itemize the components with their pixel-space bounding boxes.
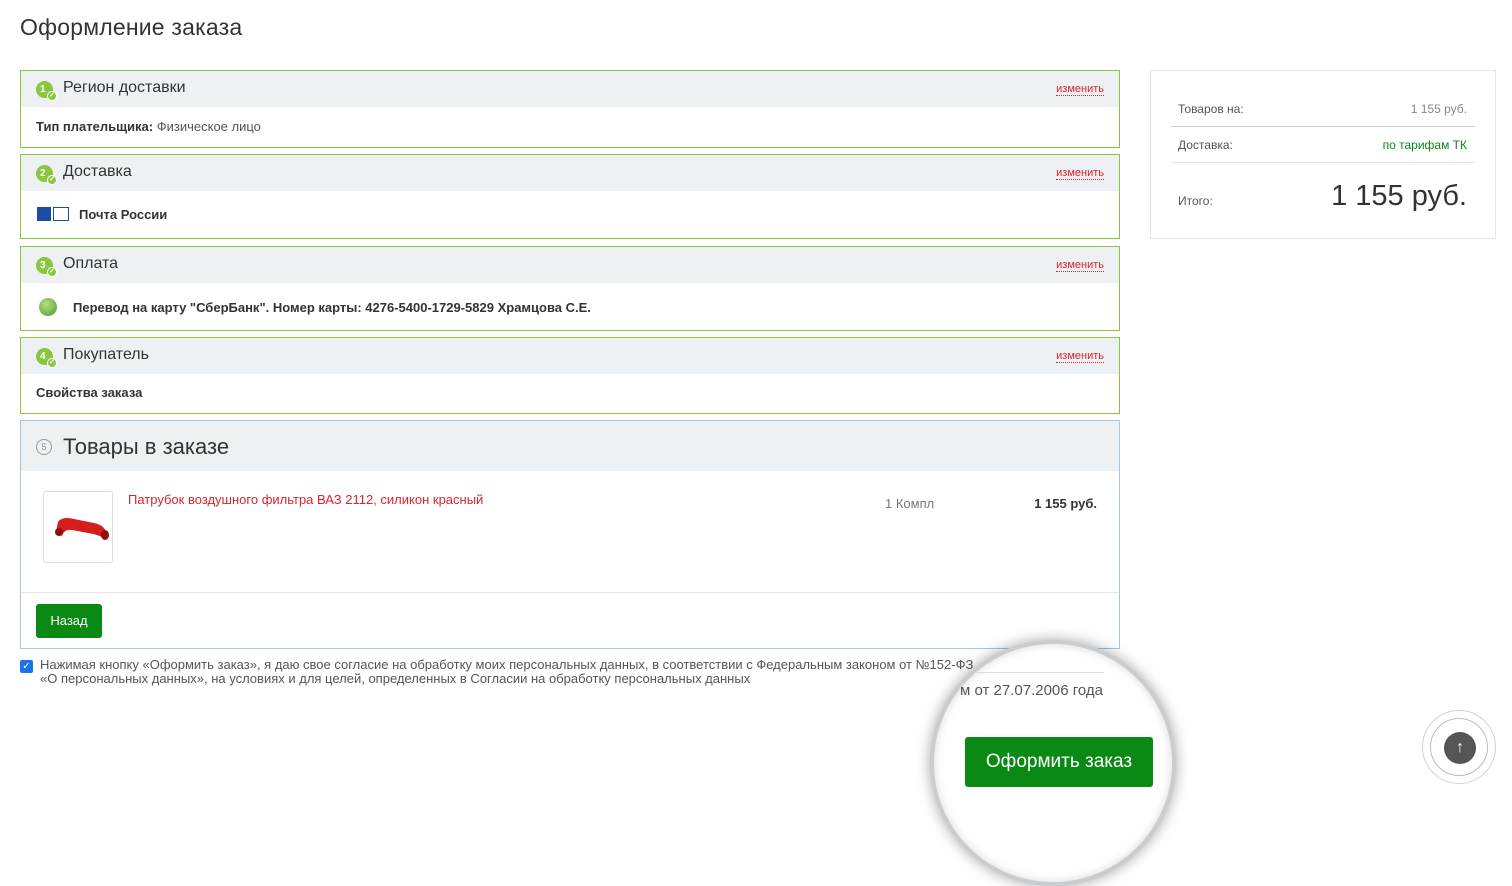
step-region-title: Регион доставки [63, 79, 186, 96]
step-buyer-title: Покупатель [63, 346, 149, 363]
consent-text: Нажимая кнопку «Оформить заказ», я даю с… [40, 657, 974, 686]
divider [934, 672, 1104, 673]
law-date-fragment: м от 27.07.2006 года [960, 682, 1104, 699]
goods-title: Товары в заказе [63, 434, 230, 459]
payment-method-text: Перевод на карту "СберБанк". Номер карты… [73, 300, 591, 315]
edit-region-link[interactable]: изменить [1056, 83, 1104, 96]
magnifier-callout: м от 27.07.2006 года Оформить заказ [930, 640, 1176, 886]
check-icon: ✓ [47, 358, 57, 368]
page-title: Оформление заказа [20, 14, 243, 40]
step-3-icon: 3 ✓ [36, 257, 57, 277]
summary-goods-label: Товаров на: [1178, 102, 1244, 116]
goods-in-order: 5 Товары в заказе Патрубок воздушного фи… [20, 420, 1120, 649]
check-icon: ✓ [47, 175, 57, 185]
step-4-icon: 4 ✓ [36, 348, 57, 368]
scroll-to-top-button[interactable]: ↑ [1422, 710, 1496, 784]
payer-type-value: Физическое лицо [156, 119, 261, 134]
step-buyer: 4 ✓ Покупатель изменить Свойства заказа [20, 337, 1120, 414]
summary-delivery-value: по тарифам ТК [1382, 138, 1467, 152]
table-row: Патрубок воздушного фильтра ВАЗ 2112, си… [21, 471, 1119, 593]
check-icon: ✓ [47, 267, 57, 277]
product-quantity: 1 Компл [885, 496, 935, 511]
step-region-header: 1 ✓ Регион доставки изменить [21, 71, 1119, 107]
arrow-up-icon: ↑ [1444, 732, 1476, 764]
sberbank-icon [39, 298, 57, 316]
summary-total-value: 1 155 руб. [1331, 180, 1467, 212]
step-buyer-header: 4 ✓ Покупатель изменить [21, 338, 1119, 374]
step-5-icon: 5 [36, 439, 52, 455]
scroll-to-top-ring: ↑ [1430, 718, 1488, 776]
summary-total-label: Итого: [1178, 194, 1213, 208]
step-payment-body: Перевод на карту "СберБанк". Номер карты… [21, 283, 1119, 330]
goods-header: 5 Товары в заказе [21, 421, 1119, 471]
step-payment-title: Оплата [63, 255, 119, 272]
red-hose-image [55, 518, 109, 540]
russian-post-logo-icon [37, 207, 69, 221]
edit-buyer-link[interactable]: изменить [1056, 350, 1104, 363]
order-summary: Товаров на: 1 155 руб. Доставка: по тари… [1150, 70, 1496, 239]
edit-payment-link[interactable]: изменить [1056, 259, 1104, 272]
step-payment-header: 3 ✓ Оплата изменить [21, 247, 1119, 283]
place-order-button[interactable]: Оформить заказ [965, 737, 1153, 787]
step-delivery-body: Почта России [21, 191, 1119, 238]
product-name-link[interactable]: Патрубок воздушного фильтра ВАЗ 2112, си… [128, 492, 483, 507]
order-properties-label: Свойства заказа [36, 385, 143, 400]
product-price: 1 155 руб. [1034, 496, 1097, 511]
step-delivery-title: Доставка [63, 163, 132, 180]
product-thumbnail[interactable] [43, 491, 113, 563]
step-buyer-body: Свойства заказа [21, 374, 1119, 413]
summary-delivery-row: Доставка: по тарифам ТК [1171, 138, 1475, 163]
delivery-service-name: Почта России [79, 207, 168, 222]
summary-goods-value: 1 155 руб. [1410, 102, 1467, 116]
consent-checkbox[interactable]: ✓ [20, 660, 33, 673]
payer-type-label: Тип плательщика: [36, 119, 154, 134]
step-region-body: Тип плательщика: Физическое лицо [21, 107, 1119, 147]
back-button[interactable]: Назад [36, 604, 102, 638]
check-icon: ✓ [47, 91, 57, 101]
step-delivery-header: 2 ✓ Доставка изменить [21, 155, 1119, 191]
step-payment: 3 ✓ Оплата изменить Перевод на карту "Сбе… [20, 246, 1120, 331]
step-region: 1 ✓ Регион доставки изменить Тип плательщ… [20, 70, 1120, 148]
summary-delivery-label: Доставка: [1178, 138, 1233, 152]
summary-total-row: Итого: 1 155 руб. [1171, 180, 1475, 212]
step-delivery: 2 ✓ Доставка изменить Почта России [20, 154, 1120, 239]
step-1-icon: 1 ✓ [36, 81, 57, 101]
step-2-icon: 2 ✓ [36, 165, 57, 185]
edit-delivery-link[interactable]: изменить [1056, 167, 1104, 180]
summary-goods-row: Товаров на: 1 155 руб. [1171, 102, 1475, 127]
